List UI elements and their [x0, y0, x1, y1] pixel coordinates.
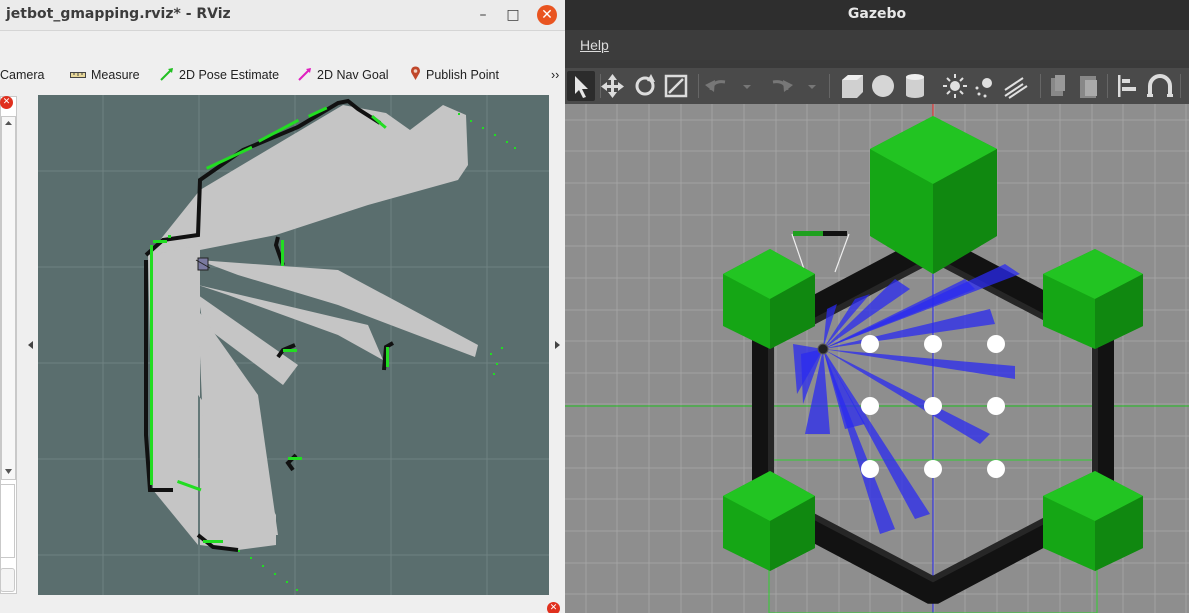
- magenta-arrow-icon: [298, 67, 312, 84]
- gazebo-toolbar: [565, 68, 1189, 104]
- nav-goal-tool-button[interactable]: 2D Nav Goal: [298, 60, 389, 90]
- pillar-left-lower: [723, 471, 815, 571]
- copy-icon[interactable]: [1051, 75, 1065, 96]
- publish-point-tool-label: Publish Point: [426, 68, 499, 82]
- displays-scrollbar[interactable]: [1, 116, 16, 480]
- minimize-button[interactable]: –: [473, 5, 493, 25]
- map-pin-icon: [410, 66, 421, 84]
- redo-icon[interactable]: [772, 80, 816, 92]
- gazebo-window: Gazebo Help: [565, 0, 1189, 613]
- collapse-right-icon[interactable]: [553, 340, 561, 350]
- pillar-right-upper: [1043, 249, 1143, 349]
- spot-light-icon[interactable]: [975, 78, 993, 98]
- rviz-title-bar[interactable]: jetbot_gmapping.rviz* - RViz – □ ✕: [0, 0, 565, 31]
- measure-tool-label: Measure: [91, 68, 140, 82]
- help-menu[interactable]: Help: [580, 37, 609, 53]
- toolbar-overflow-label: ››: [551, 68, 560, 82]
- bottom-panel-close-icon[interactable]: ✕: [547, 602, 560, 613]
- pose-estimate-tool-label: 2D Pose Estimate: [179, 68, 280, 82]
- properties-panel: [0, 484, 15, 558]
- maximize-button[interactable]: □: [503, 5, 523, 25]
- measure-tool-button[interactable]: Measure: [70, 60, 140, 90]
- cylinder-icon[interactable]: [906, 74, 924, 98]
- publish-point-tool-button[interactable]: Publish Point: [410, 60, 499, 90]
- snap-icon[interactable]: [1147, 74, 1173, 97]
- select-arrow-icon[interactable]: [567, 71, 595, 101]
- robot-marker: [195, 257, 211, 271]
- point-light-icon[interactable]: [943, 74, 967, 98]
- pillar-left-upper: [723, 249, 815, 349]
- occupancy-grid-map: [38, 95, 549, 595]
- camera-tool-label: Camera: [0, 68, 45, 82]
- gazebo-3d-scene[interactable]: [565, 104, 1189, 613]
- close-button[interactable]: ✕: [537, 5, 557, 25]
- directional-light-icon[interactable]: [1004, 77, 1028, 99]
- gazebo-title-bar[interactable]: Gazebo: [565, 0, 1189, 30]
- pillar-right-lower: [1043, 471, 1143, 571]
- nav-goal-tool-label: 2D Nav Goal: [317, 68, 389, 82]
- panel-button[interactable]: [0, 568, 15, 592]
- rviz-window: jetbot_gmapping.rviz* - RViz – □ ✕ Camer…: [0, 0, 565, 613]
- gazebo-menu-bar: Help: [565, 30, 1189, 60]
- rotate-icon[interactable]: [635, 74, 655, 96]
- box-icon[interactable]: [842, 75, 863, 98]
- collapse-left-icon[interactable]: [27, 340, 35, 350]
- rviz-window-title: jetbot_gmapping.rviz* - RViz: [6, 6, 231, 22]
- pillar-top: [870, 116, 997, 274]
- align-icon[interactable]: [1118, 75, 1136, 97]
- scale-icon[interactable]: [664, 74, 688, 98]
- rviz-3d-view[interactable]: [38, 95, 549, 595]
- panel-close-icon[interactable]: ✕: [0, 96, 13, 109]
- pose-estimate-tool-button[interactable]: 2D Pose Estimate: [160, 60, 279, 90]
- sphere-icon[interactable]: [872, 75, 894, 97]
- translate-icon[interactable]: [601, 74, 624, 98]
- undo-icon[interactable]: [705, 80, 751, 92]
- green-arrow-icon: [160, 67, 174, 84]
- toolbar-overflow-button[interactable]: ››: [551, 60, 559, 90]
- ruler-icon: [70, 68, 86, 82]
- gazebo-window-title: Gazebo: [847, 6, 907, 22]
- paste-icon[interactable]: [1080, 76, 1097, 98]
- rviz-toolbar: Camera Measure 2D Pose Estimate 2D Nav G…: [0, 60, 565, 90]
- camera-tool-button[interactable]: Camera: [0, 60, 44, 90]
